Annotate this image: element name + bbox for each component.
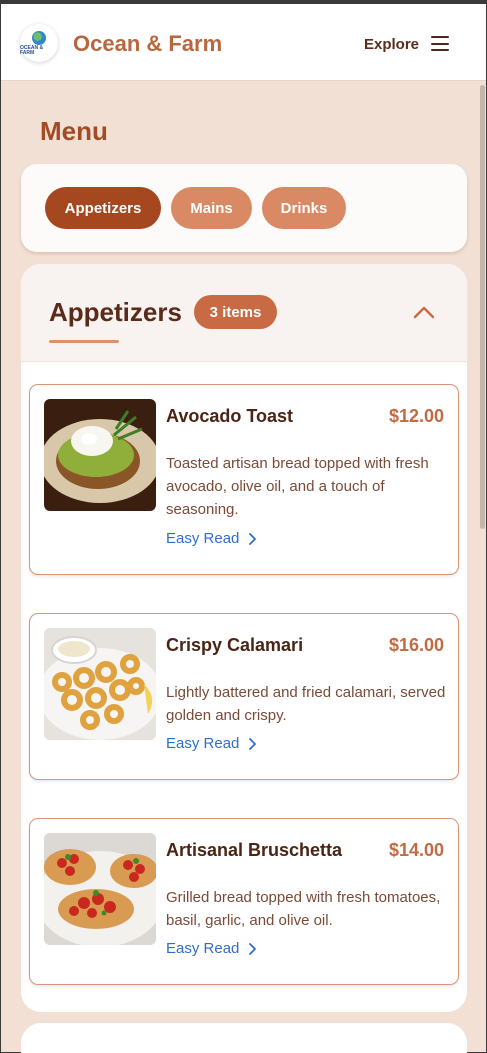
- tab-mains[interactable]: Mains: [171, 187, 252, 229]
- easy-read-link[interactable]: Easy Read: [166, 735, 257, 752]
- item-description: Lightly battered and fried calamari, ser…: [166, 684, 446, 724]
- section-underline: [49, 340, 119, 343]
- item-name: Avocado Toast: [166, 406, 294, 426]
- logo-text: OCEAN & FARM: [20, 44, 44, 56]
- item-price: $16.00: [388, 635, 444, 655]
- easy-read-link[interactable]: Easy Read: [166, 940, 257, 957]
- easy-read-label: Easy Read: [166, 940, 240, 957]
- chevron-right-icon: [249, 737, 257, 750]
- item-price: $14.00: [388, 840, 444, 860]
- section-header[interactable]: Appetizers 3 items: [21, 264, 467, 362]
- brand-name[interactable]: Ocean & Farm: [73, 31, 222, 57]
- easy-read-label: Easy Read: [166, 735, 240, 752]
- appetizers-section: Appetizers 3 items Avocado Toast $12.00 …: [21, 264, 467, 1012]
- item-name: Crispy Calamari: [166, 635, 304, 655]
- next-section-card[interactable]: [21, 1023, 467, 1053]
- bruschetta-image: [44, 833, 156, 945]
- logo[interactable]: OCEAN & FARM: [20, 24, 58, 62]
- easy-read-label: Easy Read: [166, 530, 240, 547]
- chevron-right-icon: [249, 942, 257, 955]
- menu-item-card[interactable]: Avocado Toast $12.00 Toasted artisan bre…: [29, 384, 459, 575]
- menu-item-card[interactable]: Crispy Calamari $16.00 Lightly battered …: [29, 613, 459, 780]
- item-description: Toasted artisan bread topped with fresh …: [166, 455, 429, 518]
- crispy-calamari-image: [44, 628, 156, 740]
- easy-read-link[interactable]: Easy Read: [166, 530, 257, 547]
- chevron-right-icon: [249, 532, 257, 545]
- explore-button[interactable]: Explore: [364, 36, 419, 53]
- tab-drinks[interactable]: Drinks: [262, 187, 346, 229]
- item-price: $12.00: [388, 406, 444, 426]
- section-title: Appetizers: [49, 297, 182, 327]
- avocado-toast-image: [44, 399, 156, 511]
- menu-item-card[interactable]: Artisanal Bruschetta $14.00 Grilled brea…: [29, 818, 459, 985]
- item-count-badge: 3 items: [194, 295, 277, 329]
- item-description: Grilled bread topped with fresh tomatoes…: [166, 889, 441, 929]
- chevron-up-icon[interactable]: [413, 304, 435, 320]
- page-title: Menu: [40, 116, 108, 146]
- scrollbar[interactable]: [480, 85, 485, 529]
- globe-icon: [32, 30, 46, 45]
- menu-icon[interactable]: [431, 36, 449, 51]
- tab-appetizers[interactable]: Appetizers: [45, 187, 161, 229]
- item-name: Artisanal Bruschetta: [166, 840, 343, 860]
- category-tabs: Appetizers Mains Drinks: [21, 164, 467, 252]
- top-navbar: OCEAN & FARM Ocean & Farm Explore: [1, 1, 486, 81]
